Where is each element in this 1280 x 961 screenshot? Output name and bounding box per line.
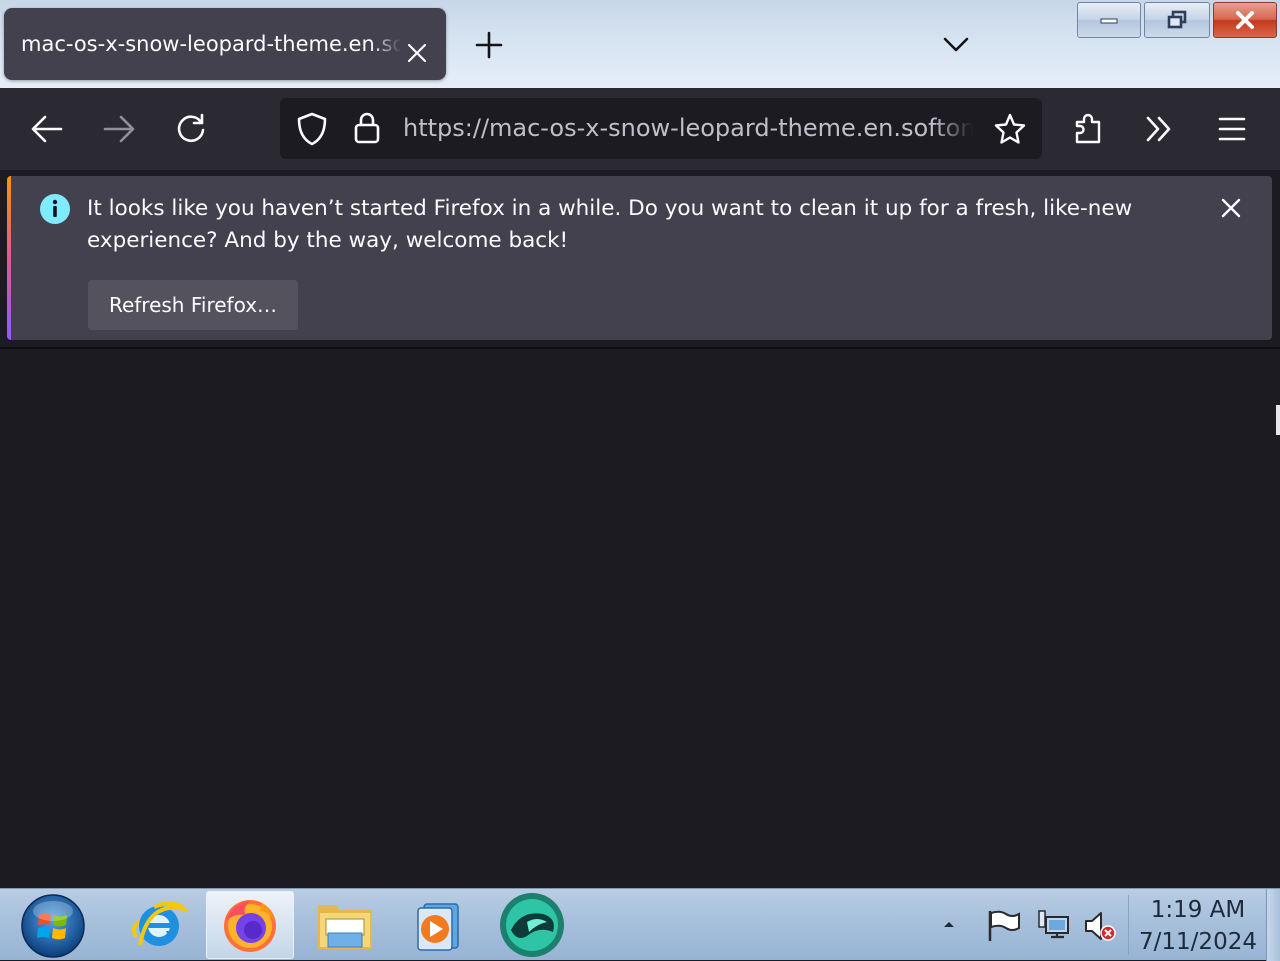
file-explorer-icon bbox=[318, 905, 372, 949]
media-player-taskbar-button[interactable] bbox=[394, 891, 482, 959]
info-icon bbox=[40, 194, 70, 224]
close-icon bbox=[1236, 11, 1254, 29]
bookmark-star-icon[interactable] bbox=[993, 112, 1027, 146]
internet-explorer-taskbar-button[interactable] bbox=[115, 891, 203, 959]
scrollbar-thumb[interactable] bbox=[1276, 405, 1280, 435]
show-desktop-button[interactable] bbox=[1266, 889, 1280, 961]
app-taskbar-button[interactable] bbox=[488, 891, 576, 959]
minimize-icon bbox=[1100, 18, 1118, 24]
new-tab-plus-icon[interactable] bbox=[474, 30, 504, 60]
notification-accent-stripe bbox=[7, 176, 11, 340]
taskbar: 1:19 AM 7/11/2024 bbox=[0, 888, 1280, 961]
start-button-windows-icon[interactable] bbox=[20, 893, 86, 959]
chevron-down-icon[interactable] bbox=[942, 30, 970, 58]
back-arrow-icon[interactable] bbox=[30, 114, 64, 144]
address-bar[interactable]: https://mac-os-x-snow-leopard-theme.en.s… bbox=[280, 98, 1042, 159]
app-icon bbox=[500, 893, 564, 957]
clock-time[interactable]: 1:19 AM bbox=[1140, 897, 1256, 923]
action-center-flag-icon[interactable] bbox=[986, 909, 1022, 943]
page-content[interactable] bbox=[0, 349, 1280, 888]
file-explorer-taskbar-button[interactable] bbox=[301, 891, 389, 959]
firefox-taskbar-button[interactable] bbox=[206, 891, 294, 959]
refresh-firefox-button[interactable]: Refresh Firefox… bbox=[88, 280, 298, 330]
close-window-button[interactable] bbox=[1213, 2, 1277, 38]
forward-arrow-icon[interactable] bbox=[102, 114, 136, 144]
refresh-firefox-notification: It looks like you haven’t started Firefo… bbox=[7, 176, 1272, 340]
notification-message: It looks like you haven’t started Firefo… bbox=[87, 196, 1133, 253]
hamburger-menu-icon[interactable] bbox=[1217, 116, 1247, 142]
lock-icon[interactable] bbox=[353, 111, 381, 145]
minimize-button[interactable] bbox=[1077, 2, 1141, 38]
browser-tab[interactable]: mac-os-x-snow-leopard-theme.en.softonic.… bbox=[4, 8, 446, 80]
network-icon[interactable] bbox=[1036, 909, 1072, 943]
reload-icon[interactable] bbox=[174, 112, 208, 146]
firefox-icon bbox=[224, 900, 276, 952]
internet-explorer-icon bbox=[132, 901, 190, 946]
overflow-chevrons-icon[interactable] bbox=[1144, 114, 1174, 144]
tab-close-icon[interactable] bbox=[404, 40, 430, 66]
tray-separator bbox=[1128, 895, 1129, 955]
shield-icon[interactable] bbox=[296, 112, 328, 146]
show-hidden-icons-arrow[interactable] bbox=[942, 919, 956, 929]
navigation-toolbar: https://mac-os-x-snow-leopard-theme.en.s… bbox=[0, 88, 1280, 170]
media-player-icon bbox=[417, 903, 459, 951]
restore-button[interactable] bbox=[1144, 2, 1210, 38]
tab-title: mac-os-x-snow-leopard-theme.en.softonic.… bbox=[21, 32, 401, 56]
title-bar: mac-os-x-snow-leopard-theme.en.softonic.… bbox=[0, 0, 1280, 88]
volume-muted-icon[interactable] bbox=[1083, 909, 1119, 943]
extensions-icon[interactable] bbox=[1072, 112, 1106, 146]
url-text[interactable]: https://mac-os-x-snow-leopard-theme.en.s… bbox=[403, 114, 973, 142]
clock-date[interactable]: 7/11/2024 bbox=[1138, 929, 1258, 955]
restore-icon bbox=[1167, 10, 1187, 29]
close-icon[interactable] bbox=[1219, 196, 1243, 220]
